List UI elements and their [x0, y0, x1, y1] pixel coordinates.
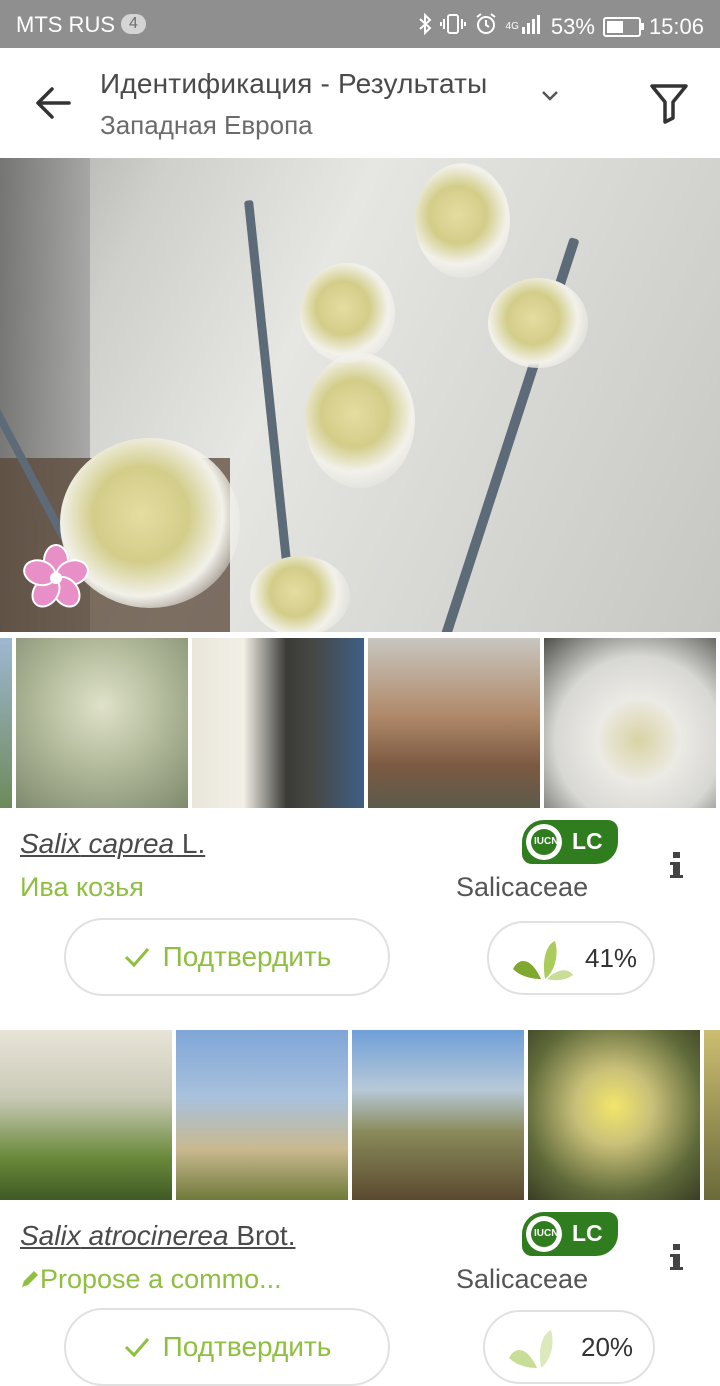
sprout-icon: [513, 941, 573, 981]
sprout-icon: [509, 1330, 553, 1368]
network-type: 4G: [505, 20, 519, 32]
family-name[interactable]: Salicaceae: [456, 872, 588, 903]
app-bar: Идентификация - Результаты Западная Евро…: [0, 48, 720, 158]
alarm-icon: [474, 12, 498, 41]
status-bar: MTS RUS 4 4G 53% 15:06: [0, 0, 720, 48]
photo-catkin: [300, 263, 395, 363]
photo-catkin: [488, 278, 588, 368]
common-name[interactable]: Ива козья: [20, 872, 144, 903]
genus: Salix: [20, 828, 81, 859]
signal-icon: [521, 13, 543, 40]
score-badge[interactable]: 20%: [483, 1310, 655, 1384]
filter-icon: [650, 84, 688, 124]
back-arrow-icon: [36, 87, 71, 119]
query-photo[interactable]: [0, 158, 720, 632]
scientific-name[interactable]: Salix atrocinerea Brot.: [20, 1220, 296, 1252]
score-badge[interactable]: 41%: [487, 921, 655, 995]
page-title[interactable]: Идентификация - Результаты: [100, 68, 487, 100]
result-1-photo-strip[interactable]: [0, 634, 720, 810]
author: L.: [181, 828, 206, 859]
battery-percent: 53%: [550, 13, 595, 39]
photo-catkin: [305, 353, 415, 488]
species: caprea: [88, 828, 175, 859]
score-value: 20%: [581, 1332, 634, 1362]
thumbnail[interactable]: [192, 638, 364, 808]
result-card-1: Salix caprea L. Ива козья IUCN LC Salica…: [0, 810, 720, 1030]
chevron-down-icon[interactable]: [538, 88, 562, 109]
filter-button[interactable]: [644, 78, 694, 128]
iucn-badge[interactable]: IUCN LC: [522, 820, 618, 864]
author: Brot.: [236, 1220, 296, 1251]
confirm-label: Подтвердить: [162, 941, 332, 972]
propose-label: Propose a commo...: [40, 1264, 282, 1294]
confirm-button[interactable]: Подтвердить: [64, 1308, 390, 1386]
score-value: 41%: [585, 943, 638, 973]
flower-icon[interactable]: [22, 544, 90, 612]
notification-count-badge: 4: [121, 14, 146, 34]
iucn-badge[interactable]: IUCN LC: [522, 1212, 618, 1256]
confirm-label: Подтвердить: [162, 1331, 332, 1362]
thumbnail[interactable]: [176, 1030, 348, 1200]
back-button[interactable]: [30, 78, 76, 128]
info-icon[interactable]: [664, 850, 688, 880]
bluetooth-icon: [418, 12, 432, 40]
iucn-status: LC: [572, 1220, 603, 1246]
thumbnail[interactable]: [544, 638, 716, 808]
confirm-button[interactable]: Подтвердить: [64, 918, 390, 996]
thumbnail[interactable]: [352, 1030, 524, 1200]
vibrate-icon: [439, 13, 466, 40]
result-2-photo-strip[interactable]: [0, 1026, 720, 1202]
thumbnail[interactable]: [0, 638, 12, 808]
region-subtitle[interactable]: Западная Европа: [100, 110, 313, 141]
thumbnail[interactable]: [368, 638, 540, 808]
species: atrocinerea: [88, 1220, 229, 1251]
clock: 15:06: [648, 13, 704, 39]
battery-icon: [602, 16, 644, 37]
thumbnail[interactable]: [528, 1030, 700, 1200]
thumbnail[interactable]: [16, 638, 188, 808]
thumbnail[interactable]: [704, 1030, 720, 1200]
checkmark-icon: [124, 1338, 149, 1358]
iucn-label: IUCN: [534, 1228, 559, 1239]
scientific-name[interactable]: Salix caprea L.: [20, 828, 205, 860]
propose-common-name-link[interactable]: Propose a commo...: [20, 1264, 282, 1295]
checkmark-icon: [124, 948, 149, 968]
pencil-icon: [22, 1271, 38, 1287]
iucn-status: LC: [572, 828, 603, 854]
family-name[interactable]: Salicaceae: [456, 1264, 588, 1295]
photo-catkin: [250, 556, 350, 632]
genus: Salix: [20, 1220, 81, 1251]
iucn-label: IUCN: [534, 836, 559, 847]
carrier-name: MTS RUS: [16, 12, 115, 37]
photo-catkin: [415, 163, 510, 278]
info-icon[interactable]: [664, 1242, 688, 1272]
thumbnail[interactable]: [0, 1030, 172, 1200]
result-card-2: Salix atrocinerea Brot. Propose a commo.…: [0, 1202, 720, 1386]
